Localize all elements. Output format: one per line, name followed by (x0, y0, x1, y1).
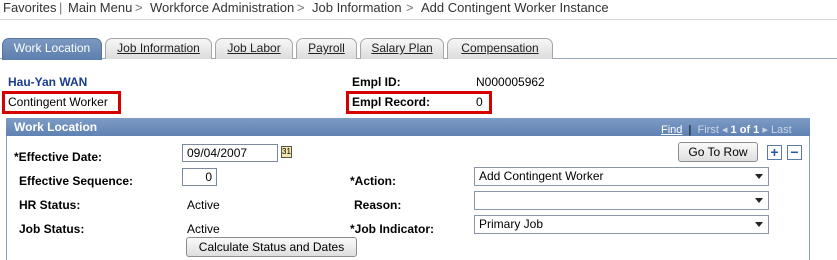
delete-row-icon[interactable]: − (787, 145, 802, 160)
breadcrumb: Favorites | Main Menu > Workforce Admini… (0, 0, 837, 20)
reason-label: Reason: (354, 198, 402, 212)
previous-arrow-icon[interactable]: ◂ (722, 124, 728, 136)
add-row-icon[interactable]: + (767, 145, 782, 160)
job-status-value: Active (187, 222, 220, 236)
empl-id-value: N000005962 (476, 75, 545, 89)
effective-date-input[interactable]: 09/04/2007 (182, 144, 278, 162)
effective-sequence-label: Effective Sequence: (19, 174, 134, 188)
hr-status-value: Active (187, 198, 220, 212)
tab-payroll[interactable]: Payroll (296, 38, 357, 59)
work-location-title: Work Location (14, 120, 98, 134)
employee-name: Hau-Yan WAN (8, 75, 88, 89)
empl-record-value: 0 (476, 95, 483, 109)
breadcrumb-main-menu[interactable]: Main Menu (68, 0, 132, 16)
reason-select[interactable] (474, 191, 769, 210)
row-navigation: Find | First ◂ 1 of 1 ▸ Last (661, 124, 792, 136)
action-select[interactable]: Add Contingent Worker (474, 167, 769, 186)
calculate-status-and-dates-button[interactable]: Calculate Status and Dates (186, 237, 357, 257)
breadcrumb-separator: > (135, 0, 143, 15)
tab-job-labor[interactable]: Job Labor (215, 38, 293, 59)
breadcrumb-job-information[interactable]: Job Information (312, 0, 402, 16)
empl-record-label: Empl Record: (352, 95, 431, 109)
tab-salary-plan[interactable]: Salary Plan (360, 38, 444, 59)
tab-compensation[interactable]: Compensation (447, 38, 553, 59)
tab-payroll-label: Payroll (308, 41, 345, 55)
job-indicator-selected-value: Primary Job (479, 217, 544, 231)
chevron-down-icon (755, 174, 763, 179)
row-count: 1 of 1 (730, 124, 760, 136)
action-selected-value: Add Contingent Worker (479, 169, 604, 183)
chevron-down-icon (755, 222, 763, 227)
tab-job-information-label: Job Information (117, 41, 200, 55)
last-link[interactable]: Last (771, 124, 792, 136)
first-link[interactable]: First (698, 124, 719, 136)
job-indicator-select[interactable]: Primary Job (474, 215, 769, 234)
breadcrumb-workforce-administration[interactable]: Workforce Administration (150, 0, 294, 16)
tab-job-labor-label: Job Labor (227, 41, 281, 55)
hr-status-label: HR Status: (19, 198, 81, 212)
tab-salary-plan-label: Salary Plan (371, 41, 433, 55)
breadcrumb-separator: > (297, 0, 305, 15)
next-arrow-icon[interactable]: ▸ (762, 124, 768, 136)
effective-sequence-input[interactable]: 0 (182, 168, 217, 186)
empl-id-label: Empl ID: (352, 75, 401, 89)
calendar-icon[interactable]: 31 (281, 146, 292, 158)
job-status-label: Job Status: (19, 222, 85, 236)
effective-date-label: *Effective Date: (14, 150, 103, 164)
work-location-groupbox (6, 118, 810, 260)
breadcrumb-current-page: Add Contingent Worker Instance (421, 0, 609, 15)
breadcrumb-favorites[interactable]: Favorites (3, 0, 56, 16)
go-to-row-button[interactable]: Go To Row (678, 142, 758, 162)
chevron-down-icon (755, 198, 763, 203)
breadcrumb-divider: | (59, 0, 63, 15)
action-label: *Action: (350, 174, 396, 188)
job-indicator-label: *Job Indicator: (350, 222, 435, 236)
find-link[interactable]: Find (661, 124, 682, 136)
tab-job-information[interactable]: Job Information (105, 38, 212, 59)
tab-compensation-label: Compensation (461, 41, 539, 55)
breadcrumb-separator: > (406, 0, 414, 15)
tab-work-location[interactable]: Work Location (2, 38, 102, 60)
worker-type: Contingent Worker (8, 95, 108, 109)
